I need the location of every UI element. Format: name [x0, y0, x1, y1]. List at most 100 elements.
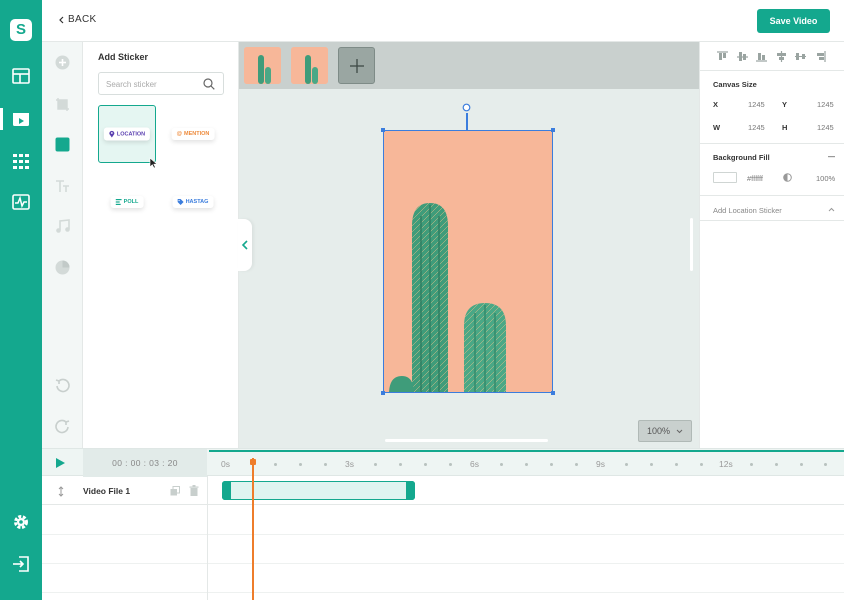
resize-handle[interactable]: [381, 128, 385, 132]
logout-icon[interactable]: [12, 555, 30, 573]
search-icon[interactable]: [203, 78, 215, 90]
resize-handle[interactable]: [381, 391, 385, 395]
ruler-tick: [650, 463, 653, 466]
ruler-tick: [675, 463, 678, 466]
video-editor-nav[interactable]: [0, 108, 30, 130]
sticker-chip: LOCATION: [103, 127, 151, 141]
music-icon[interactable]: [55, 219, 70, 234]
track-divider: [42, 534, 844, 535]
undo-icon[interactable]: [55, 378, 70, 393]
timeline-progress-bar: [209, 450, 844, 452]
w-label: W: [713, 123, 721, 132]
layout-icon[interactable]: [12, 67, 30, 85]
track-divider: [42, 592, 844, 593]
activity-icon[interactable]: [12, 193, 30, 211]
align-top-icon[interactable]: [717, 51, 728, 62]
ruler-tick: [324, 463, 327, 466]
align-right-icon[interactable]: [815, 51, 826, 62]
crop-icon[interactable]: [55, 97, 70, 112]
playhead-handle[interactable]: [250, 459, 256, 465]
y-value[interactable]: 1245: [817, 100, 834, 109]
distribute-horizontal-icon[interactable]: [795, 51, 806, 62]
add-icon[interactable]: [55, 55, 70, 70]
pie-icon[interactable]: [55, 260, 70, 275]
sticker-label: LOCATION: [116, 131, 146, 137]
properties-panel: Canvas Size X 1245 Y 1245 W 1245 H 1245 …: [699, 42, 844, 448]
back-button[interactable]: BACK: [58, 14, 96, 25]
frame-thumbnail[interactable]: [291, 47, 328, 84]
redo-icon[interactable]: [55, 419, 70, 434]
sticker-location[interactable]: LOCATION: [98, 105, 156, 163]
horizontal-scrollbar[interactable]: [385, 439, 548, 442]
frame-thumbnail[interactable]: [244, 47, 281, 84]
app-logo[interactable]: S: [10, 19, 32, 41]
sticker-mention[interactable]: @ MENTION: [164, 105, 222, 163]
zoom-value: 100%: [646, 426, 671, 436]
save-video-button[interactable]: Save Video: [757, 9, 830, 33]
align-toolbar: [700, 42, 844, 71]
rotate-handle-icon[interactable]: [462, 103, 471, 112]
current-time: 00 : 00 : 03 : 20: [83, 449, 207, 477]
collapse-panel-button[interactable]: [238, 219, 252, 271]
duplicate-icon[interactable]: [170, 486, 180, 496]
align-vertical-center-icon[interactable]: [737, 51, 748, 62]
align-horizontal-center-icon[interactable]: [776, 51, 787, 62]
add-frame-button[interactable]: [338, 47, 375, 84]
ruler-tick: [299, 463, 302, 466]
fill-color-swatch[interactable]: [713, 172, 737, 183]
ruler-tick: [500, 463, 503, 466]
location-sticker-section-title[interactable]: Add Location Sticker: [713, 206, 782, 215]
fill-opacity-value[interactable]: 100%: [816, 174, 835, 183]
h-value[interactable]: 1245: [817, 123, 834, 132]
mouse-cursor-icon: [149, 157, 158, 169]
ruler-tick: [700, 463, 703, 466]
zoom-select[interactable]: 100%: [638, 420, 692, 442]
ruler-tick: [824, 463, 827, 466]
cactus-thumbnail-image: [291, 47, 328, 84]
sticker-search-input[interactable]: [106, 77, 201, 91]
trash-icon[interactable]: [189, 485, 199, 496]
sticker-label: POLL: [123, 199, 139, 205]
settings-icon[interactable]: [12, 513, 30, 531]
ruler-tick: [625, 463, 628, 466]
drag-handle-icon[interactable]: [58, 486, 64, 497]
canvas-frame[interactable]: [383, 130, 553, 393]
x-value[interactable]: 1245: [748, 100, 765, 109]
play-icon[interactable]: [55, 457, 66, 469]
rotate-stem: [466, 113, 468, 130]
grid-icon[interactable]: [12, 152, 30, 170]
minus-icon[interactable]: [828, 156, 835, 158]
timeline-header: 00 : 00 : 03 : 20 0s 3s 6s 9s 12s: [42, 448, 844, 477]
sticker-poll[interactable]: POLL: [98, 173, 156, 231]
canvas-size-title: Canvas Size: [713, 80, 757, 89]
sticker-panel: Add Sticker LOCATION @ MENTION POLL HAST…: [83, 42, 239, 448]
resize-handle[interactable]: [551, 128, 555, 132]
resize-handle[interactable]: [551, 391, 555, 395]
cactus-image: [384, 131, 552, 392]
tool-column: [42, 42, 83, 448]
section-divider: [700, 220, 844, 221]
vertical-scrollbar[interactable]: [690, 218, 693, 271]
ruler-tick: [449, 463, 452, 466]
app-rail: S: [0, 0, 42, 600]
chevron-left-icon: [241, 240, 248, 250]
playhead[interactable]: [252, 458, 254, 600]
sticker-chip: @ MENTION: [171, 128, 215, 140]
shape-icon[interactable]: [55, 137, 70, 152]
fill-hex-value[interactable]: #ffffff: [747, 174, 763, 183]
section-divider: [700, 195, 844, 196]
ruler-label: 0s: [221, 459, 230, 469]
video-clip[interactable]: [222, 481, 415, 500]
text-icon[interactable]: [55, 179, 70, 194]
w-value[interactable]: 1245: [748, 123, 765, 132]
canvas-stage: 100%: [239, 42, 699, 448]
chevron-up-icon[interactable]: [828, 207, 835, 212]
y-label: Y: [782, 100, 788, 109]
sticker-hashtag[interactable]: HASTAG: [164, 173, 222, 231]
sticker-chip: POLL: [110, 196, 144, 208]
align-bottom-icon[interactable]: [756, 51, 767, 62]
ruler-tick: [550, 463, 553, 466]
background-fill-title: Background Fill: [713, 153, 770, 162]
ruler-tick: [775, 463, 778, 466]
sticker-label: HASTAG: [185, 199, 209, 205]
